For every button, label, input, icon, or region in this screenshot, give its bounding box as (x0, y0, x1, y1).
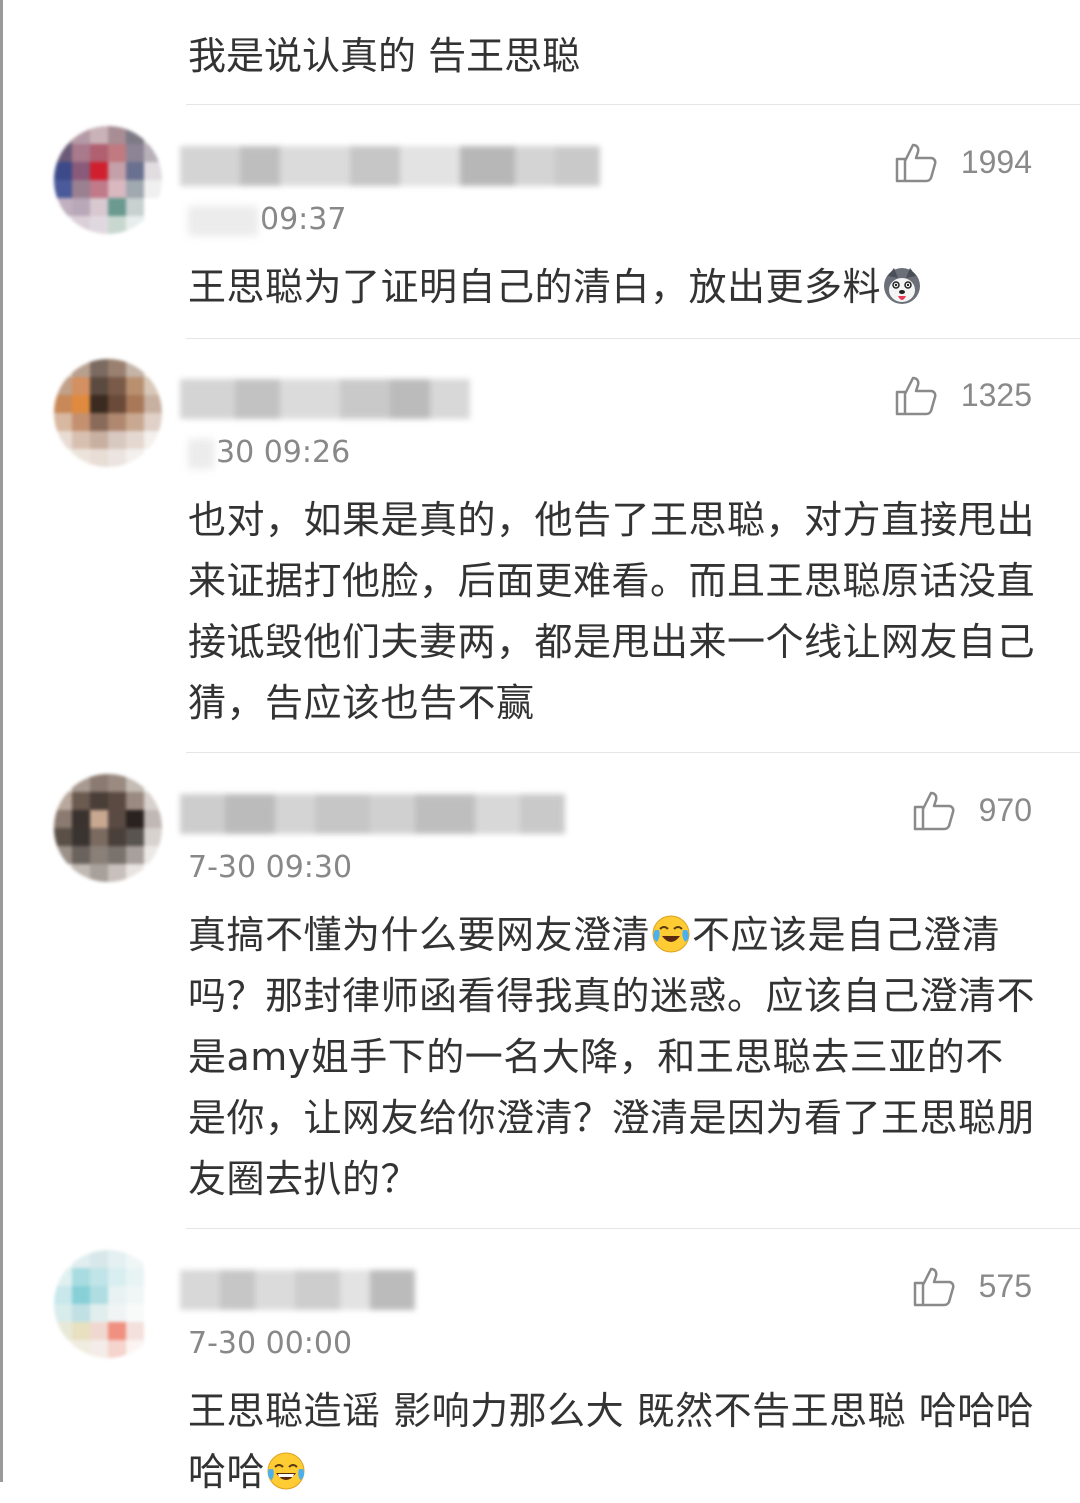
avatar[interactable] (54, 126, 162, 234)
divider (186, 338, 1080, 339)
comment-text: 王思聪造谣 影响力那么大 既然不告王思聪 哈哈哈哈哈 (188, 1381, 1038, 1503)
time-blur (188, 205, 258, 236)
comment-text-part: 真搞不懂为什么要网友澄清 (188, 913, 651, 957)
time-text: 7-30 09:30 (188, 850, 353, 885)
comment-text: 真搞不懂为什么要网友澄清 不应该是自己澄清吗？那封律师函看得我真的迷惑。应该自己… (188, 905, 1038, 1210)
laughing-tears-emoji-icon (267, 1452, 305, 1490)
husky-emoji-icon (884, 268, 921, 304)
username-blurred[interactable] (180, 794, 565, 834)
comment-text: 王思聪为了证明自己的清白，放出更多料 (188, 257, 1038, 318)
divider (186, 752, 1080, 753)
like-count: 1994 (960, 143, 1032, 180)
username-blurred[interactable] (180, 379, 470, 419)
thumbs-up-icon (895, 376, 937, 416)
time-blur (188, 438, 214, 469)
time-text: 30 09:26 (216, 435, 351, 470)
comment-time: 30 09:26 (188, 433, 350, 473)
divider (186, 1228, 1080, 1229)
thumbs-up-icon (913, 1267, 955, 1307)
avatar[interactable] (54, 359, 162, 467)
thumbs-up-icon (895, 143, 937, 183)
username-blurred[interactable] (180, 146, 600, 186)
like-button[interactable]: 575 (911, 1262, 1032, 1310)
thumbs-up-icon (913, 791, 955, 831)
crying-laugh-emoji-icon (652, 915, 690, 953)
avatar[interactable] (54, 774, 162, 882)
screen-edge (0, 0, 3, 1482)
avatar[interactable] (54, 1250, 162, 1358)
like-button[interactable]: 970 (911, 786, 1032, 834)
time-text: 7-30 00:00 (188, 1326, 353, 1361)
comment-time: 09:37 (188, 200, 346, 240)
username-blurred[interactable] (180, 1270, 415, 1310)
comment-text: 也对，如果是真的，他告了王思聪，对方直接甩出来证据打他脸，后面更难看。而且王思聪… (188, 498, 1036, 725)
previous-comment-text: 我是说认真的 告王思聪 (188, 34, 581, 78)
like-count: 1325 (960, 376, 1032, 413)
like-count: 970 (978, 791, 1032, 828)
comment-text-part: 王思聪为了证明自己的清白，放出更多料 (188, 265, 882, 309)
like-count: 575 (978, 1267, 1032, 1304)
divider (186, 104, 1080, 105)
comment-time: 7-30 09:30 (188, 848, 352, 888)
comment-text-part: 王思聪造谣 影响力那么大 既然不告王思聪 哈哈哈哈哈 (188, 1389, 1035, 1494)
comment-time: 7-30 00:00 (188, 1324, 352, 1364)
time-text: 09:37 (260, 202, 347, 237)
like-button[interactable]: 1325 (893, 371, 1032, 419)
like-button[interactable]: 1994 (893, 138, 1032, 186)
